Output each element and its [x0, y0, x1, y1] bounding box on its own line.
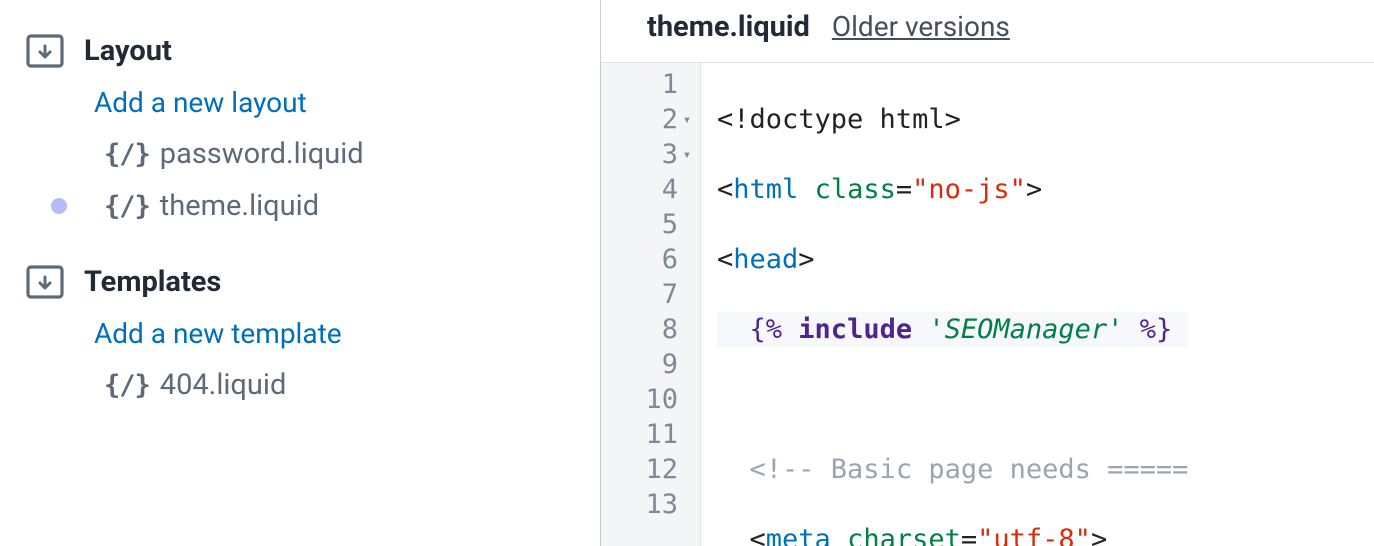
code-line: <html class="no-js"> [717, 172, 1188, 207]
file-label: 404.liquid [160, 368, 287, 402]
liquid-file-icon: {/} [104, 191, 150, 222]
file-label: theme.liquid [160, 189, 319, 223]
code-content[interactable]: <!doctype html> <html class="no-js"> <he… [701, 63, 1188, 546]
layout-section: Layout Add a new layout {/} password.liq… [26, 34, 600, 223]
add-template-link[interactable]: Add a new template [94, 317, 600, 350]
code-line: <!doctype html> [717, 102, 1188, 137]
code-line: {% include 'SEOManager' %} [717, 312, 1188, 347]
fold-icon: ▾ [680, 113, 694, 127]
file-theme-liquid[interactable]: {/} theme.liquid [94, 189, 600, 223]
liquid-file-icon: {/} [104, 139, 150, 170]
active-file-dot-icon [51, 198, 67, 214]
editor-header: theme.liquid Older versions [601, 0, 1374, 63]
layout-section-title: Layout [84, 34, 172, 68]
file-404-liquid[interactable]: {/} 404.liquid [94, 368, 600, 402]
code-area[interactable]: 1 2▾ 3▾ 4 5 6 7 8 9 10 11 12 13 <!doctyp… [601, 63, 1374, 546]
layout-section-header[interactable]: Layout [26, 34, 600, 68]
line-number-gutter: 1 2▾ 3▾ 4 5 6 7 8 9 10 11 12 13 [601, 63, 701, 546]
code-line [717, 382, 1188, 417]
folder-icon [26, 265, 64, 299]
templates-section: Templates Add a new template {/} 404.liq… [26, 265, 600, 402]
file-label: password.liquid [160, 137, 364, 171]
code-editor-panel: theme.liquid Older versions 1 2▾ 3▾ 4 5 … [600, 0, 1374, 546]
templates-section-header[interactable]: Templates [26, 265, 600, 299]
code-line: <head> [717, 242, 1188, 277]
file-password-liquid[interactable]: {/} password.liquid [94, 137, 600, 171]
code-line: <!-- Basic page needs ===== [717, 452, 1188, 487]
older-versions-link[interactable]: Older versions [832, 10, 1010, 43]
folder-icon [26, 34, 64, 68]
fold-icon: ▾ [680, 148, 694, 162]
code-line: <meta charset="utf-8"> [717, 522, 1188, 546]
editor-filename: theme.liquid [647, 10, 810, 44]
liquid-file-icon: {/} [104, 370, 150, 401]
add-layout-link[interactable]: Add a new layout [94, 86, 600, 119]
templates-section-title: Templates [84, 265, 221, 299]
file-tree-sidebar: Layout Add a new layout {/} password.liq… [0, 0, 600, 546]
